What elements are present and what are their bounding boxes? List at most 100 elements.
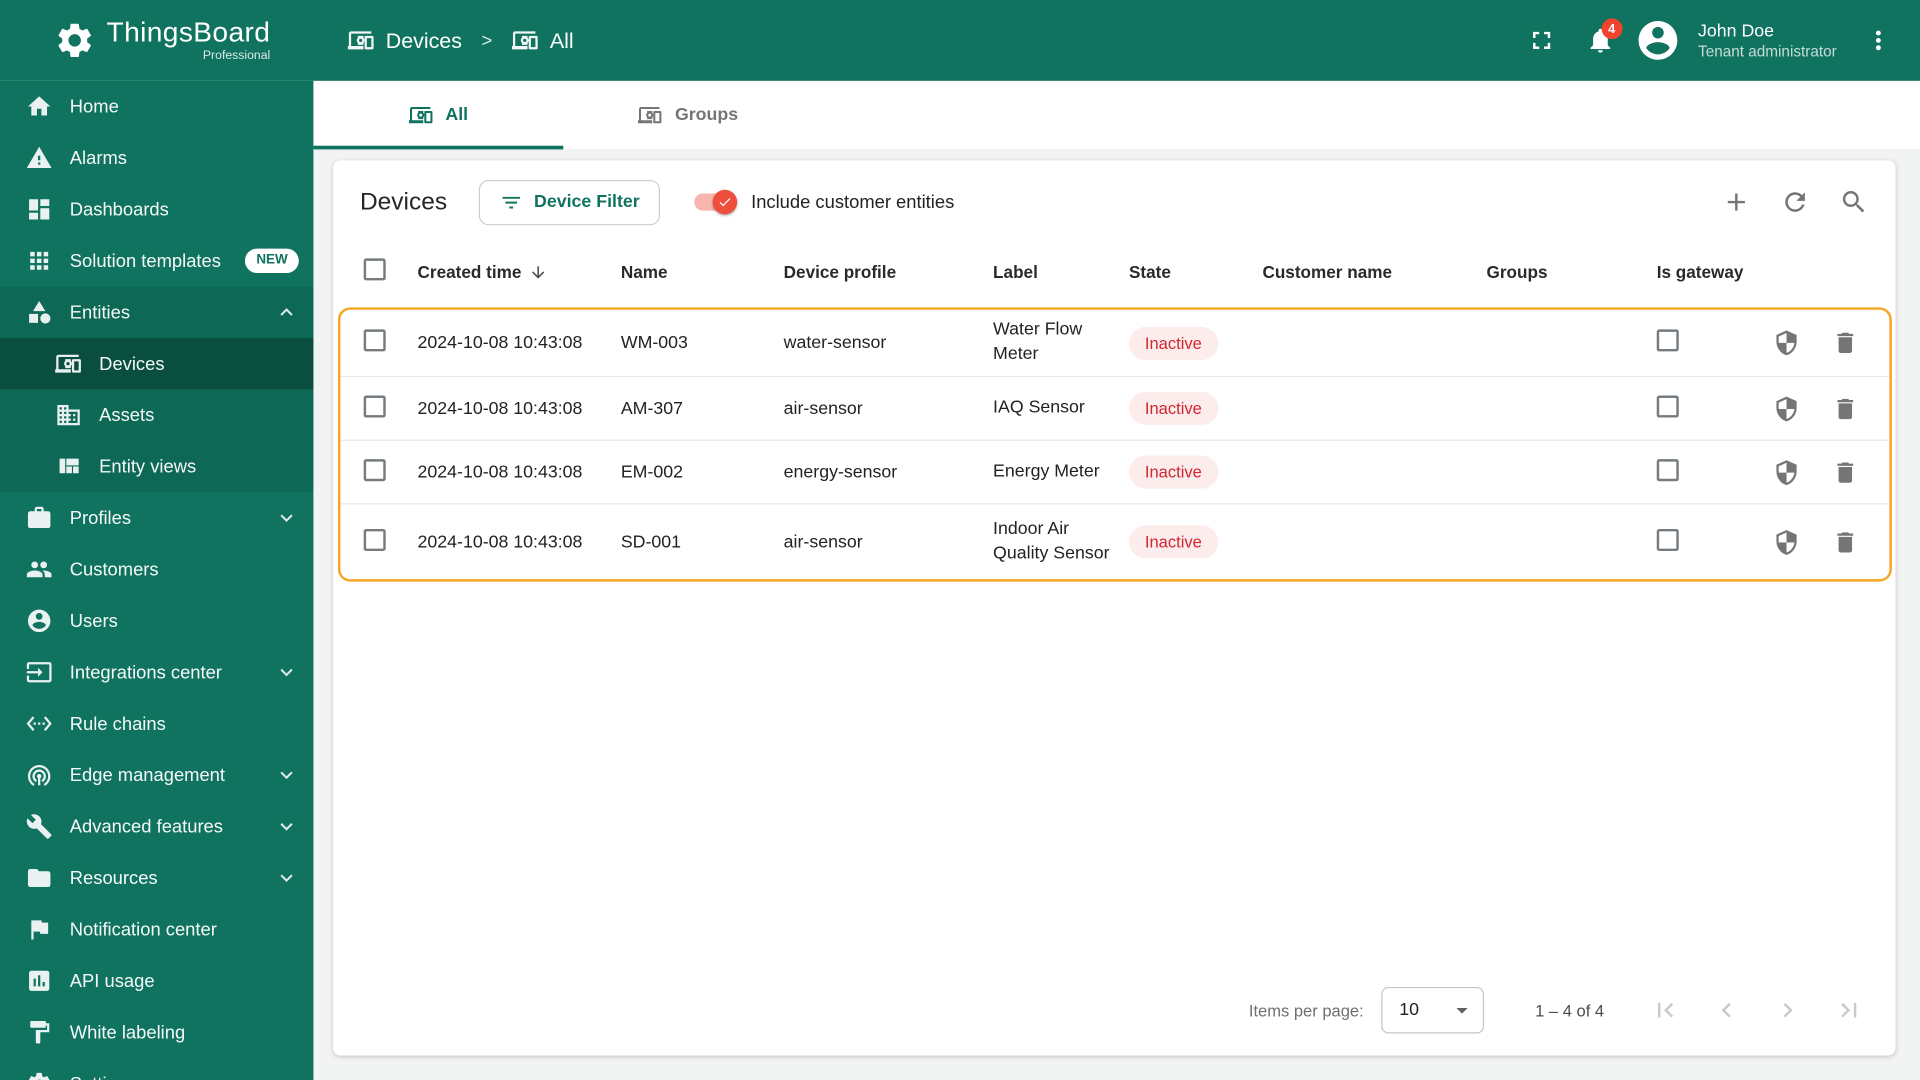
cell-created-time: 2024-10-08 10:43:08 xyxy=(417,532,583,552)
chevron-left-icon xyxy=(1721,1002,1731,1018)
sidebar-item-users[interactable]: Users xyxy=(0,595,313,646)
gateway-checkbox[interactable] xyxy=(1656,458,1679,481)
previous-page-button[interactable] xyxy=(1712,996,1741,1025)
gateway-checkbox[interactable] xyxy=(1656,329,1679,352)
sidebar-item-api-usage[interactable]: API usage xyxy=(0,955,313,1006)
credentials-button[interactable] xyxy=(1773,329,1800,356)
devices-icon xyxy=(511,27,539,54)
add-device-button[interactable] xyxy=(1722,187,1751,216)
account-circle-icon xyxy=(1638,21,1678,60)
fullscreen-button[interactable] xyxy=(1514,13,1568,67)
page-size-select[interactable]: 10 xyxy=(1380,986,1484,1034)
chevron-up-icon xyxy=(274,300,298,324)
sidebar-item-alarms[interactable]: Alarms xyxy=(0,132,313,183)
users-icon xyxy=(26,607,53,634)
solution-templates-icon xyxy=(26,247,53,274)
column-header-created-time[interactable]: Created time xyxy=(418,262,621,282)
column-header-state[interactable]: State xyxy=(1129,262,1262,282)
column-header-customer-name[interactable]: Customer name xyxy=(1262,262,1486,282)
sidebar-group-entities: Entities Devices Assets Entity views xyxy=(0,286,314,493)
user-name: John Doe xyxy=(1698,21,1775,42)
column-header-label[interactable]: Label xyxy=(993,262,1129,282)
sidebar-item-customers[interactable]: Customers xyxy=(0,544,313,595)
sidebar-item-devices[interactable]: Devices xyxy=(0,337,314,390)
sidebar-item-rule-chains[interactable]: Rule chains xyxy=(0,698,313,749)
tab-all[interactable]: All xyxy=(313,81,564,150)
sidebar-item-assets[interactable]: Assets xyxy=(0,389,313,440)
status-badge: Inactive xyxy=(1128,525,1218,559)
entity-views-icon xyxy=(55,453,82,480)
device-filter-button[interactable]: Device Filter xyxy=(478,179,661,225)
sidebar-item-settings[interactable]: Settings xyxy=(0,1058,313,1080)
sidebar-item-label: Solution templates xyxy=(69,250,221,272)
sidebar-item-notification-center[interactable]: Notification center xyxy=(0,904,313,955)
sidebar-item-white-labeling[interactable]: White labeling xyxy=(0,1007,313,1058)
cell-device-profile: air-sensor xyxy=(783,532,863,552)
more-menu-button[interactable] xyxy=(1851,13,1905,67)
topbar-actions: 4 John Doe Tenant administrator xyxy=(1514,13,1920,67)
credentials-button[interactable] xyxy=(1773,459,1800,486)
cell-device-profile: water-sensor xyxy=(783,333,887,353)
pagination-nav xyxy=(1651,996,1864,1025)
select-all-checkbox[interactable] xyxy=(363,257,386,280)
table-row[interactable]: 2024-10-08 10:43:08 SD-001 air-sensor In… xyxy=(340,503,1890,579)
tab-groups[interactable]: Groups xyxy=(563,81,813,150)
tab-bar: All Groups xyxy=(313,80,1920,151)
user-menu[interactable]: John Doe Tenant administrator xyxy=(1698,20,1837,61)
filter-icon xyxy=(500,190,523,213)
sidebar-item-home[interactable]: Home xyxy=(0,81,313,132)
new-badge: NEW xyxy=(245,249,299,273)
column-header-is-gateway[interactable]: Is gateway xyxy=(1657,262,1773,282)
column-header-groups[interactable]: Groups xyxy=(1487,262,1657,282)
sidebar-item-profiles[interactable]: Profiles xyxy=(0,492,313,543)
sidebar-item-solution-templates[interactable]: Solution templates NEW xyxy=(0,235,313,286)
last-page-button[interactable] xyxy=(1834,996,1863,1025)
delete-button[interactable] xyxy=(1832,395,1859,422)
credentials-button[interactable] xyxy=(1773,528,1800,555)
sidebar-item-label: Rule chains xyxy=(69,713,166,735)
app-logo[interactable]: ThingsBoard Professional xyxy=(0,18,313,62)
column-header-device-profile[interactable]: Device profile xyxy=(784,262,993,282)
sidebar-item-label: Home xyxy=(69,96,119,117)
sidebar-item-label: Customers xyxy=(69,558,159,580)
sidebar-item-advanced-features[interactable]: Advanced features xyxy=(0,801,313,852)
include-customer-entities: Include customer entities xyxy=(692,189,954,215)
device-filter-label: Device Filter xyxy=(534,192,640,212)
sidebar-item-resources[interactable]: Resources xyxy=(0,852,313,903)
sidebar-item-label: Advanced features xyxy=(69,816,223,837)
cell-created-time: 2024-10-08 10:43:08 xyxy=(417,333,583,353)
notifications-button[interactable]: 4 xyxy=(1573,13,1627,67)
sidebar-item-dashboards[interactable]: Dashboards xyxy=(0,184,313,235)
delete-button[interactable] xyxy=(1832,459,1859,486)
avatar[interactable] xyxy=(1634,17,1681,64)
credentials-button[interactable] xyxy=(1773,395,1800,422)
first-page-button[interactable] xyxy=(1651,996,1680,1025)
breadcrumb-devices[interactable]: Devices xyxy=(347,27,462,54)
main-content: All Groups Devices Device Filter Include… xyxy=(313,80,1920,1080)
table-row[interactable]: 2024-10-08 10:43:08 AM-307 air-sensor IA… xyxy=(340,375,1890,440)
sidebar-item-entity-views[interactable]: Entity views xyxy=(0,441,313,492)
assets-icon xyxy=(55,402,82,429)
sidebar-item-edge-management[interactable]: Edge management xyxy=(0,749,313,800)
row-checkbox[interactable] xyxy=(363,329,386,352)
row-checkbox[interactable] xyxy=(363,458,386,481)
delete-button[interactable] xyxy=(1832,329,1859,356)
search-button[interactable] xyxy=(1839,187,1868,216)
breadcrumb-all[interactable]: All xyxy=(511,27,574,54)
row-checkbox[interactable] xyxy=(363,528,386,551)
refresh-button[interactable] xyxy=(1780,187,1809,216)
row-checkbox[interactable] xyxy=(363,394,386,417)
table-row[interactable]: 2024-10-08 10:43:08 WM-003 water-sensor … xyxy=(340,310,1889,376)
gateway-checkbox[interactable] xyxy=(1656,528,1679,551)
include-customer-entities-toggle[interactable] xyxy=(692,189,738,215)
sidebar-item-entities[interactable]: Entities xyxy=(0,287,313,338)
app-window: ThingsBoard Professional Devices > All 4… xyxy=(0,0,1920,1080)
sidebar-item-integrations-center[interactable]: Integrations center xyxy=(0,647,313,698)
search-icon xyxy=(1842,191,1865,213)
column-header-name[interactable]: Name xyxy=(621,262,784,282)
gateway-checkbox[interactable] xyxy=(1656,394,1679,417)
sidebar-item-label: Devices xyxy=(99,353,165,375)
next-page-button[interactable] xyxy=(1773,996,1802,1025)
table-row[interactable]: 2024-10-08 10:43:08 EM-002 energy-sensor… xyxy=(340,439,1890,504)
delete-button[interactable] xyxy=(1832,528,1859,555)
